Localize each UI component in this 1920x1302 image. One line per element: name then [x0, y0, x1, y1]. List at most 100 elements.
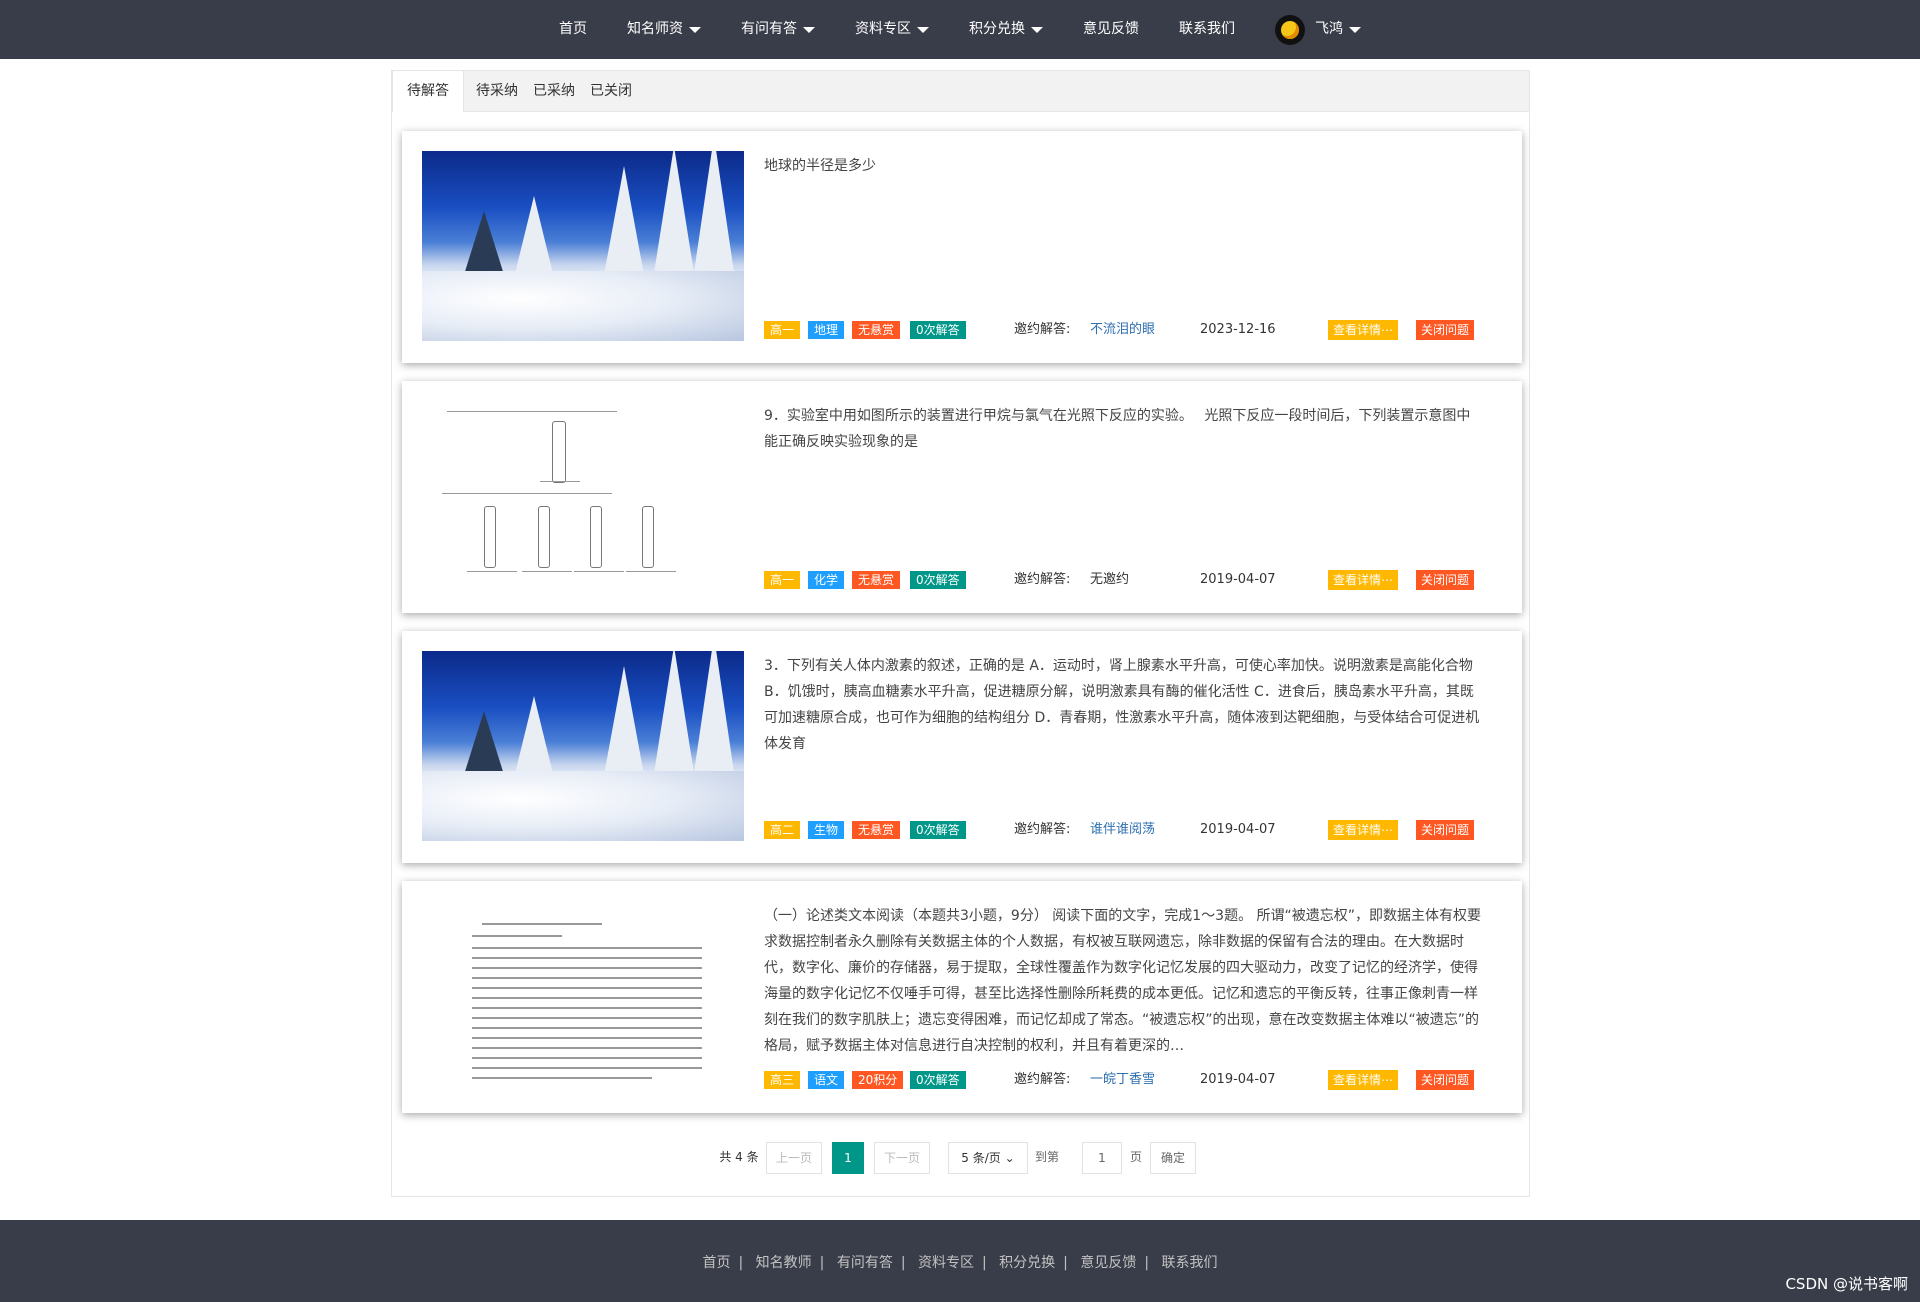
nav-item-materials[interactable]: 资料专区 — [835, 0, 949, 59]
footer-separator: | — [1144, 1255, 1150, 1271]
answer-count-badge: 0次解答 — [910, 571, 966, 589]
page-number-input[interactable]: 1 — [1082, 1142, 1122, 1174]
close-question-button[interactable]: 关闭问题 — [1416, 570, 1475, 590]
invite-label: 邀约解答: — [1014, 1072, 1071, 1087]
nav-item-qa[interactable]: 有问有答 — [721, 0, 835, 59]
confirm-page-button[interactable]: 确定 — [1150, 1142, 1196, 1174]
grade-badge: 高二 — [764, 821, 801, 839]
question-date: 2019-04-07 — [1200, 572, 1276, 587]
text-document-image — [422, 901, 744, 1091]
tab-closed[interactable]: 已关闭 — [576, 71, 646, 112]
view-detail-button[interactable]: 查看详情⋯ — [1328, 820, 1399, 840]
chevron-down-icon — [917, 26, 929, 33]
nav-item-contact[interactable]: 联系我们 — [1159, 0, 1255, 59]
invitee-link[interactable]: 不流泪的眼 — [1090, 319, 1155, 341]
question-card: 9．实验室中用如图所示的装置进行甲烷与氯气在光照下反应的实验。 光照下反应一段时… — [402, 381, 1522, 613]
avatar-icon — [1281, 20, 1299, 39]
grade-badge: 高一 — [764, 571, 801, 589]
snow-landscape-image — [422, 651, 744, 841]
footer-links: 首页 | 知名教师 | 有问有答 | 资料专区 | 积分兑换 | 意见反馈 | 联系我们 — [0, 1252, 1920, 1272]
nav-item-home[interactable]: 首页 — [539, 0, 607, 59]
tab-pending[interactable]: 待解答 — [392, 71, 464, 112]
page-size-select[interactable]: 5 条/页 ⌄ — [948, 1142, 1028, 1174]
question-image[interactable] — [422, 401, 744, 591]
footer: 首页 | 知名教师 | 有问有答 | 资料专区 | 积分兑换 | 意见反馈 | 联系我们 — [0, 1220, 1920, 1302]
page-unit-label: 页 — [1129, 1150, 1142, 1164]
chevron-down-icon — [1031, 26, 1043, 33]
pagination: 共 4 条 上一页 1 下一页 5 条/页 ⌄ 到第 1 页 确定 — [392, 1142, 1529, 1174]
invite-label: 邀约解答: — [1014, 572, 1071, 587]
question-date: 2023-12-16 — [1200, 322, 1276, 337]
chemistry-diagram-image — [422, 401, 744, 591]
subject-badge: 化学 — [808, 571, 845, 589]
question-meta: 高一 化学 无悬赏 0次解答 邀约解答: 无邀约 2019-04-07 查看详情… — [764, 569, 1504, 591]
grade-badge: 高一 — [764, 321, 801, 339]
invitee-link[interactable]: 谁伴谁阅荡 — [1090, 819, 1155, 841]
nav-home-label: 首页 — [559, 21, 587, 37]
watermark: CSDN @说书客啊 — [1785, 1275, 1908, 1293]
question-image[interactable] — [422, 651, 744, 841]
question-card: 3．下列有关人体内激素的叙述，正确的是 A．运动时，肾上腺素水平升高，可使心率加… — [402, 631, 1522, 863]
answer-count-badge: 0次解答 — [910, 821, 966, 839]
user-name: 飞鸿 — [1315, 21, 1343, 37]
reward-badge: 无悬赏 — [852, 821, 901, 839]
question-date: 2019-04-07 — [1200, 1072, 1276, 1087]
nav-list: 首页 知名师资 有问有答 资料专区 积分兑换 意见反馈 联系我们 飞鸿 — [0, 0, 1920, 59]
status-tabs: 待解答 待采纳 已采纳 已关闭 — [392, 71, 1529, 112]
chevron-down-icon — [1349, 26, 1361, 33]
close-question-button[interactable]: 关闭问题 — [1416, 820, 1475, 840]
nav-feedback-label: 意见反馈 — [1083, 21, 1139, 37]
question-image[interactable] — [422, 151, 744, 341]
question-panel: 待解答 待采纳 已采纳 已关闭 地球的半径是多少 高一 地理 无悬赏 0次解答 … — [391, 70, 1530, 1197]
footer-link-points[interactable]: 积分兑换 — [999, 1255, 1055, 1271]
footer-separator: | — [738, 1255, 744, 1271]
view-detail-button[interactable]: 查看详情⋯ — [1328, 320, 1399, 340]
question-image[interactable] — [422, 901, 744, 1091]
footer-link-materials[interactable]: 资料专区 — [918, 1255, 974, 1271]
chevron-down-icon: ⌄ — [1004, 1151, 1015, 1165]
footer-link-qa[interactable]: 有问有答 — [837, 1255, 893, 1271]
top-navbar: 首页 知名师资 有问有答 资料专区 积分兑换 意见反馈 联系我们 飞鸿 — [0, 0, 1920, 59]
reward-badge: 20积分 — [852, 1071, 904, 1089]
nav-points-label: 积分兑换 — [969, 21, 1025, 37]
nav-teachers-label: 知名师资 — [627, 21, 683, 37]
avatar — [1275, 14, 1305, 45]
question-date: 2019-04-07 — [1200, 822, 1276, 837]
subject-badge: 生物 — [808, 821, 845, 839]
close-question-button[interactable]: 关闭问题 — [1416, 1070, 1475, 1090]
page-size-value: 5 条/页 — [961, 1151, 1001, 1165]
reward-badge: 无悬赏 — [852, 571, 901, 589]
prev-page-button[interactable]: 上一页 — [766, 1142, 822, 1174]
view-detail-button[interactable]: 查看详情⋯ — [1328, 1070, 1399, 1090]
nav-materials-label: 资料专区 — [855, 21, 911, 37]
nav-contact-label: 联系我们 — [1179, 21, 1235, 37]
next-page-button[interactable]: 下一页 — [874, 1142, 930, 1174]
nav-item-teachers[interactable]: 知名师资 — [607, 0, 721, 59]
user-menu[interactable]: 飞鸿 — [1255, 0, 1381, 59]
invitee-link[interactable]: 一皖丁香雪 — [1090, 1069, 1155, 1091]
answer-count-badge: 0次解答 — [910, 1071, 966, 1089]
question-text[interactable]: 9．实验室中用如图所示的装置进行甲烷与氯气在光照下反应的实验。 光照下反应一段时… — [764, 403, 1484, 455]
view-detail-button[interactable]: 查看详情⋯ — [1328, 570, 1399, 590]
footer-link-teachers[interactable]: 知名教师 — [756, 1255, 812, 1271]
nav-item-points[interactable]: 积分兑换 — [949, 0, 1063, 59]
reward-badge: 无悬赏 — [852, 321, 901, 339]
nav-item-feedback[interactable]: 意见反馈 — [1063, 0, 1159, 59]
footer-link-home[interactable]: 首页 — [702, 1255, 730, 1271]
chevron-down-icon — [689, 26, 701, 33]
pagination-total: 共 4 条 — [719, 1150, 759, 1164]
footer-link-feedback[interactable]: 意见反馈 — [1080, 1255, 1136, 1271]
answer-count-badge: 0次解答 — [910, 321, 966, 339]
footer-separator: | — [1063, 1255, 1068, 1271]
close-question-button[interactable]: 关闭问题 — [1416, 320, 1475, 340]
footer-link-contact[interactable]: 联系我们 — [1162, 1255, 1218, 1271]
question-card: 地球的半径是多少 高一 地理 无悬赏 0次解答 邀约解答: 不流泪的眼 2023… — [402, 131, 1522, 363]
current-page-button[interactable]: 1 — [832, 1142, 864, 1174]
footer-separator: | — [900, 1255, 906, 1271]
grade-badge: 高三 — [764, 1071, 801, 1089]
chevron-down-icon — [803, 26, 815, 33]
question-text[interactable]: （一）论述类文本阅读（本题共3小题，9分） 阅读下面的文字，完成1～3题。 所谓… — [764, 903, 1484, 1059]
question-text[interactable]: 地球的半径是多少 — [764, 153, 1484, 179]
question-text[interactable]: 3．下列有关人体内激素的叙述，正确的是 A．运动时，肾上腺素水平升高，可使心率加… — [764, 653, 1484, 757]
goto-label: 到第 — [1034, 1150, 1059, 1164]
